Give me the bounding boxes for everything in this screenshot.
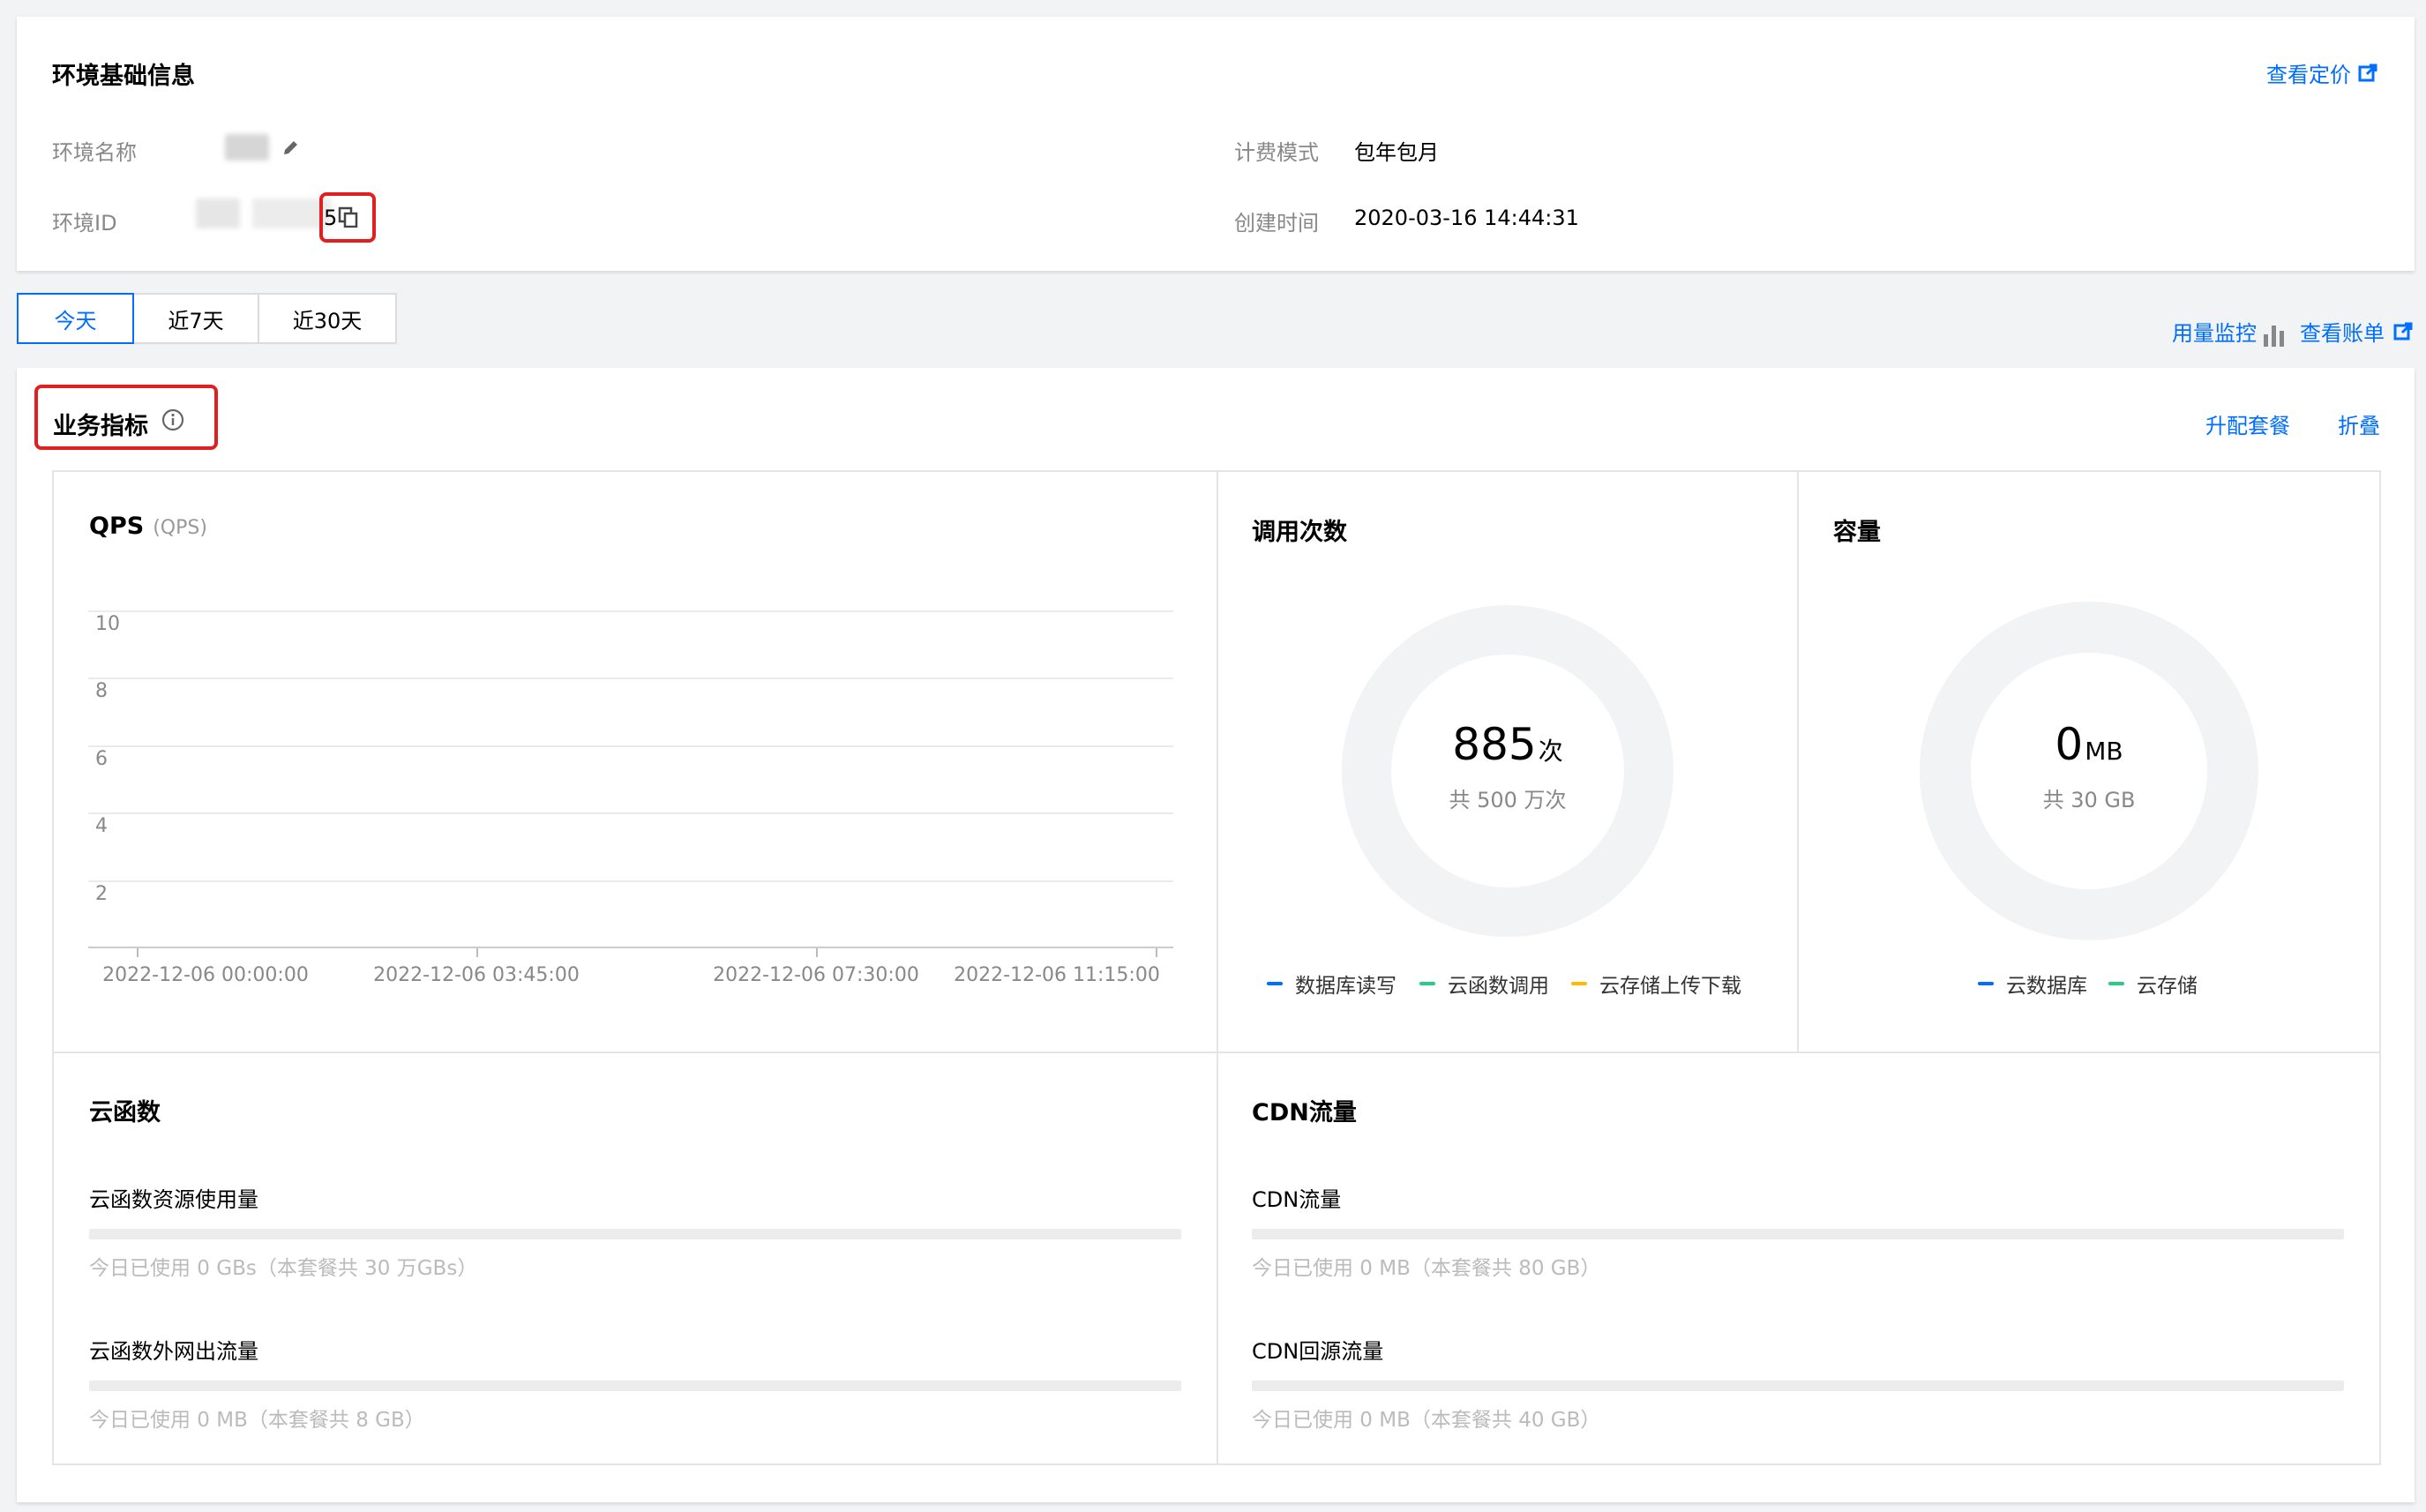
cdn-traffic-label: CDN流量 [1252,1187,1342,1212]
billing-mode-value: 包年包月 [1354,140,1439,165]
legend-label: 数据库读写 [1295,975,1396,998]
qps-panel-title: QPS (QPS) [89,513,207,540]
legend-swatch [1267,982,1283,985]
calls-value: 885 [1452,719,1537,770]
calls-donut [1342,605,1673,937]
highlight-metrics-title [34,385,218,450]
qps-gridline [88,880,1173,882]
cdn-title: CDN流量 [1252,1099,1357,1127]
qps-title: QPS [89,513,145,540]
qps-x-tick: 2022-12-06 07:30:00 [713,964,919,986]
tab-30-days-label: 近30天 [292,308,363,333]
grid-divider-vertical-2 [1797,471,1799,1052]
legend-swatch [1419,982,1435,985]
edit-pencil-icon[interactable] [281,138,301,157]
qps-unit: (QPS) [153,517,207,539]
qps-gridline [88,610,1173,612]
capacity-center-value: 0 MB [1920,719,2258,770]
cdn-traffic-note: 今日已使用 0 MB（本套餐共 80 GB） [1252,1257,1601,1280]
capacity-title: 容量 [1833,519,1881,546]
created-time-value: 2020-03-16 14:44:31 [1354,206,1579,230]
capacity-value: 0 [2055,719,2084,770]
tab-7-days-label: 近7天 [168,308,224,333]
qps-x-tick-mark [476,948,478,957]
calls-title: 调用次数 [1252,519,1347,546]
qps-x-tick: 2022-12-06 03:45:00 [373,964,580,986]
legend-cloud-storage: 云存储 [2108,969,2198,999]
env-name-redacted [225,134,269,161]
qps-y-tick: 2 [95,883,108,905]
qps-x-tick: 2022-12-06 00:00:00 [102,964,309,986]
env-id-label: 环境ID [52,211,117,236]
view-pricing-link[interactable]: 查看定价 [2266,57,2377,88]
calls-center-value: 885 次 [1342,719,1673,770]
qps-x-tick-mark [816,948,818,957]
legend-label: 云数据库 [2006,975,2087,998]
legend-cloud-db: 云数据库 [1978,969,2087,999]
legend-swatch [1978,982,1994,985]
qps-y-tick: 10 [95,613,120,635]
qps-gridline [88,677,1173,679]
grid-divider-vertical-1 [1217,471,1218,1464]
scf-egress-note: 今日已使用 0 MB（本套餐共 8 GB） [89,1409,425,1432]
bar-chart-icon [2264,326,2284,347]
legend-db-rw: 数据库读写 [1267,969,1396,999]
tab-30-days[interactable]: 近30天 [258,293,397,344]
scf-usage-bar [89,1229,1181,1239]
highlight-copy-box [319,192,376,243]
env-id-redacted-1 [196,198,240,228]
qps-y-tick: 4 [95,815,108,837]
capacity-donut [1920,602,2258,940]
cdn-origin-label: CDN回源流量 [1252,1339,1384,1364]
external-link-icon [2393,322,2413,340]
scf-egress-label: 云函数外网出流量 [89,1339,258,1364]
view-pricing-label: 查看定价 [2266,63,2351,87]
qps-x-axis [88,947,1173,948]
cdn-origin-note: 今日已使用 0 MB（本套餐共 40 GB） [1252,1409,1601,1432]
legend-label: 云存储上传下载 [1599,975,1741,998]
env-name-label: 环境名称 [52,140,137,165]
usage-monitor-label: 用量监控 [2172,321,2257,346]
qps-gridline [88,745,1173,747]
billing-mode-label: 计费模式 [1234,140,1319,165]
legend-swatch [2108,982,2124,985]
env-info-title: 环境基础信息 [52,63,195,90]
scf-egress-bar [89,1381,1181,1391]
legend-label: 云函数调用 [1448,975,1549,998]
scf-usage-label: 云函数资源使用量 [89,1187,258,1212]
qps-y-tick: 6 [95,748,108,770]
legend-swatch [1571,982,1587,985]
capacity-total: 共 30 GB [2042,788,2136,812]
qps-y-tick: 8 [95,680,108,702]
scf-title: 云函数 [89,1099,161,1127]
tab-7-days[interactable]: 近7天 [132,293,259,344]
cdn-origin-bar [1252,1381,2344,1391]
legend-label: 云存储 [2137,975,2198,998]
created-time-label: 创建时间 [1234,211,1319,236]
usage-monitor-link[interactable]: 用量监控 [2172,316,2287,347]
calls-unit: 次 [1538,737,1563,766]
legend-storage-transfer: 云存储上传下载 [1571,969,1741,999]
external-link-icon [2358,64,2377,81]
cdn-traffic-bar [1252,1229,2344,1239]
tab-today[interactable]: 今天 [17,293,134,344]
view-bill-label: 查看账单 [2300,321,2385,346]
legend-scf-calls: 云函数调用 [1419,969,1549,999]
tab-today-label: 今天 [54,308,97,333]
collapse-link[interactable]: 折叠 [2338,408,2380,439]
calls-total: 共 500 万次 [1449,788,1567,812]
view-bill-link[interactable]: 查看账单 [2300,316,2413,347]
qps-gridline [88,812,1173,814]
upgrade-plan-link[interactable]: 升配套餐 [2205,408,2290,439]
scf-usage-note: 今日已使用 0 GBs（本套餐共 30 万GBs） [89,1257,478,1280]
capacity-unit: MB [2085,737,2123,766]
qps-x-tick: 2022-12-06 11:15:00 [954,964,1160,986]
qps-x-tick-mark [1156,948,1157,957]
env-info-card: 环境基础信息 查看定价 环境名称 环境ID 5 计费模式 包年包月 创建时间 2… [17,17,2415,271]
qps-x-tick-mark [137,948,139,957]
